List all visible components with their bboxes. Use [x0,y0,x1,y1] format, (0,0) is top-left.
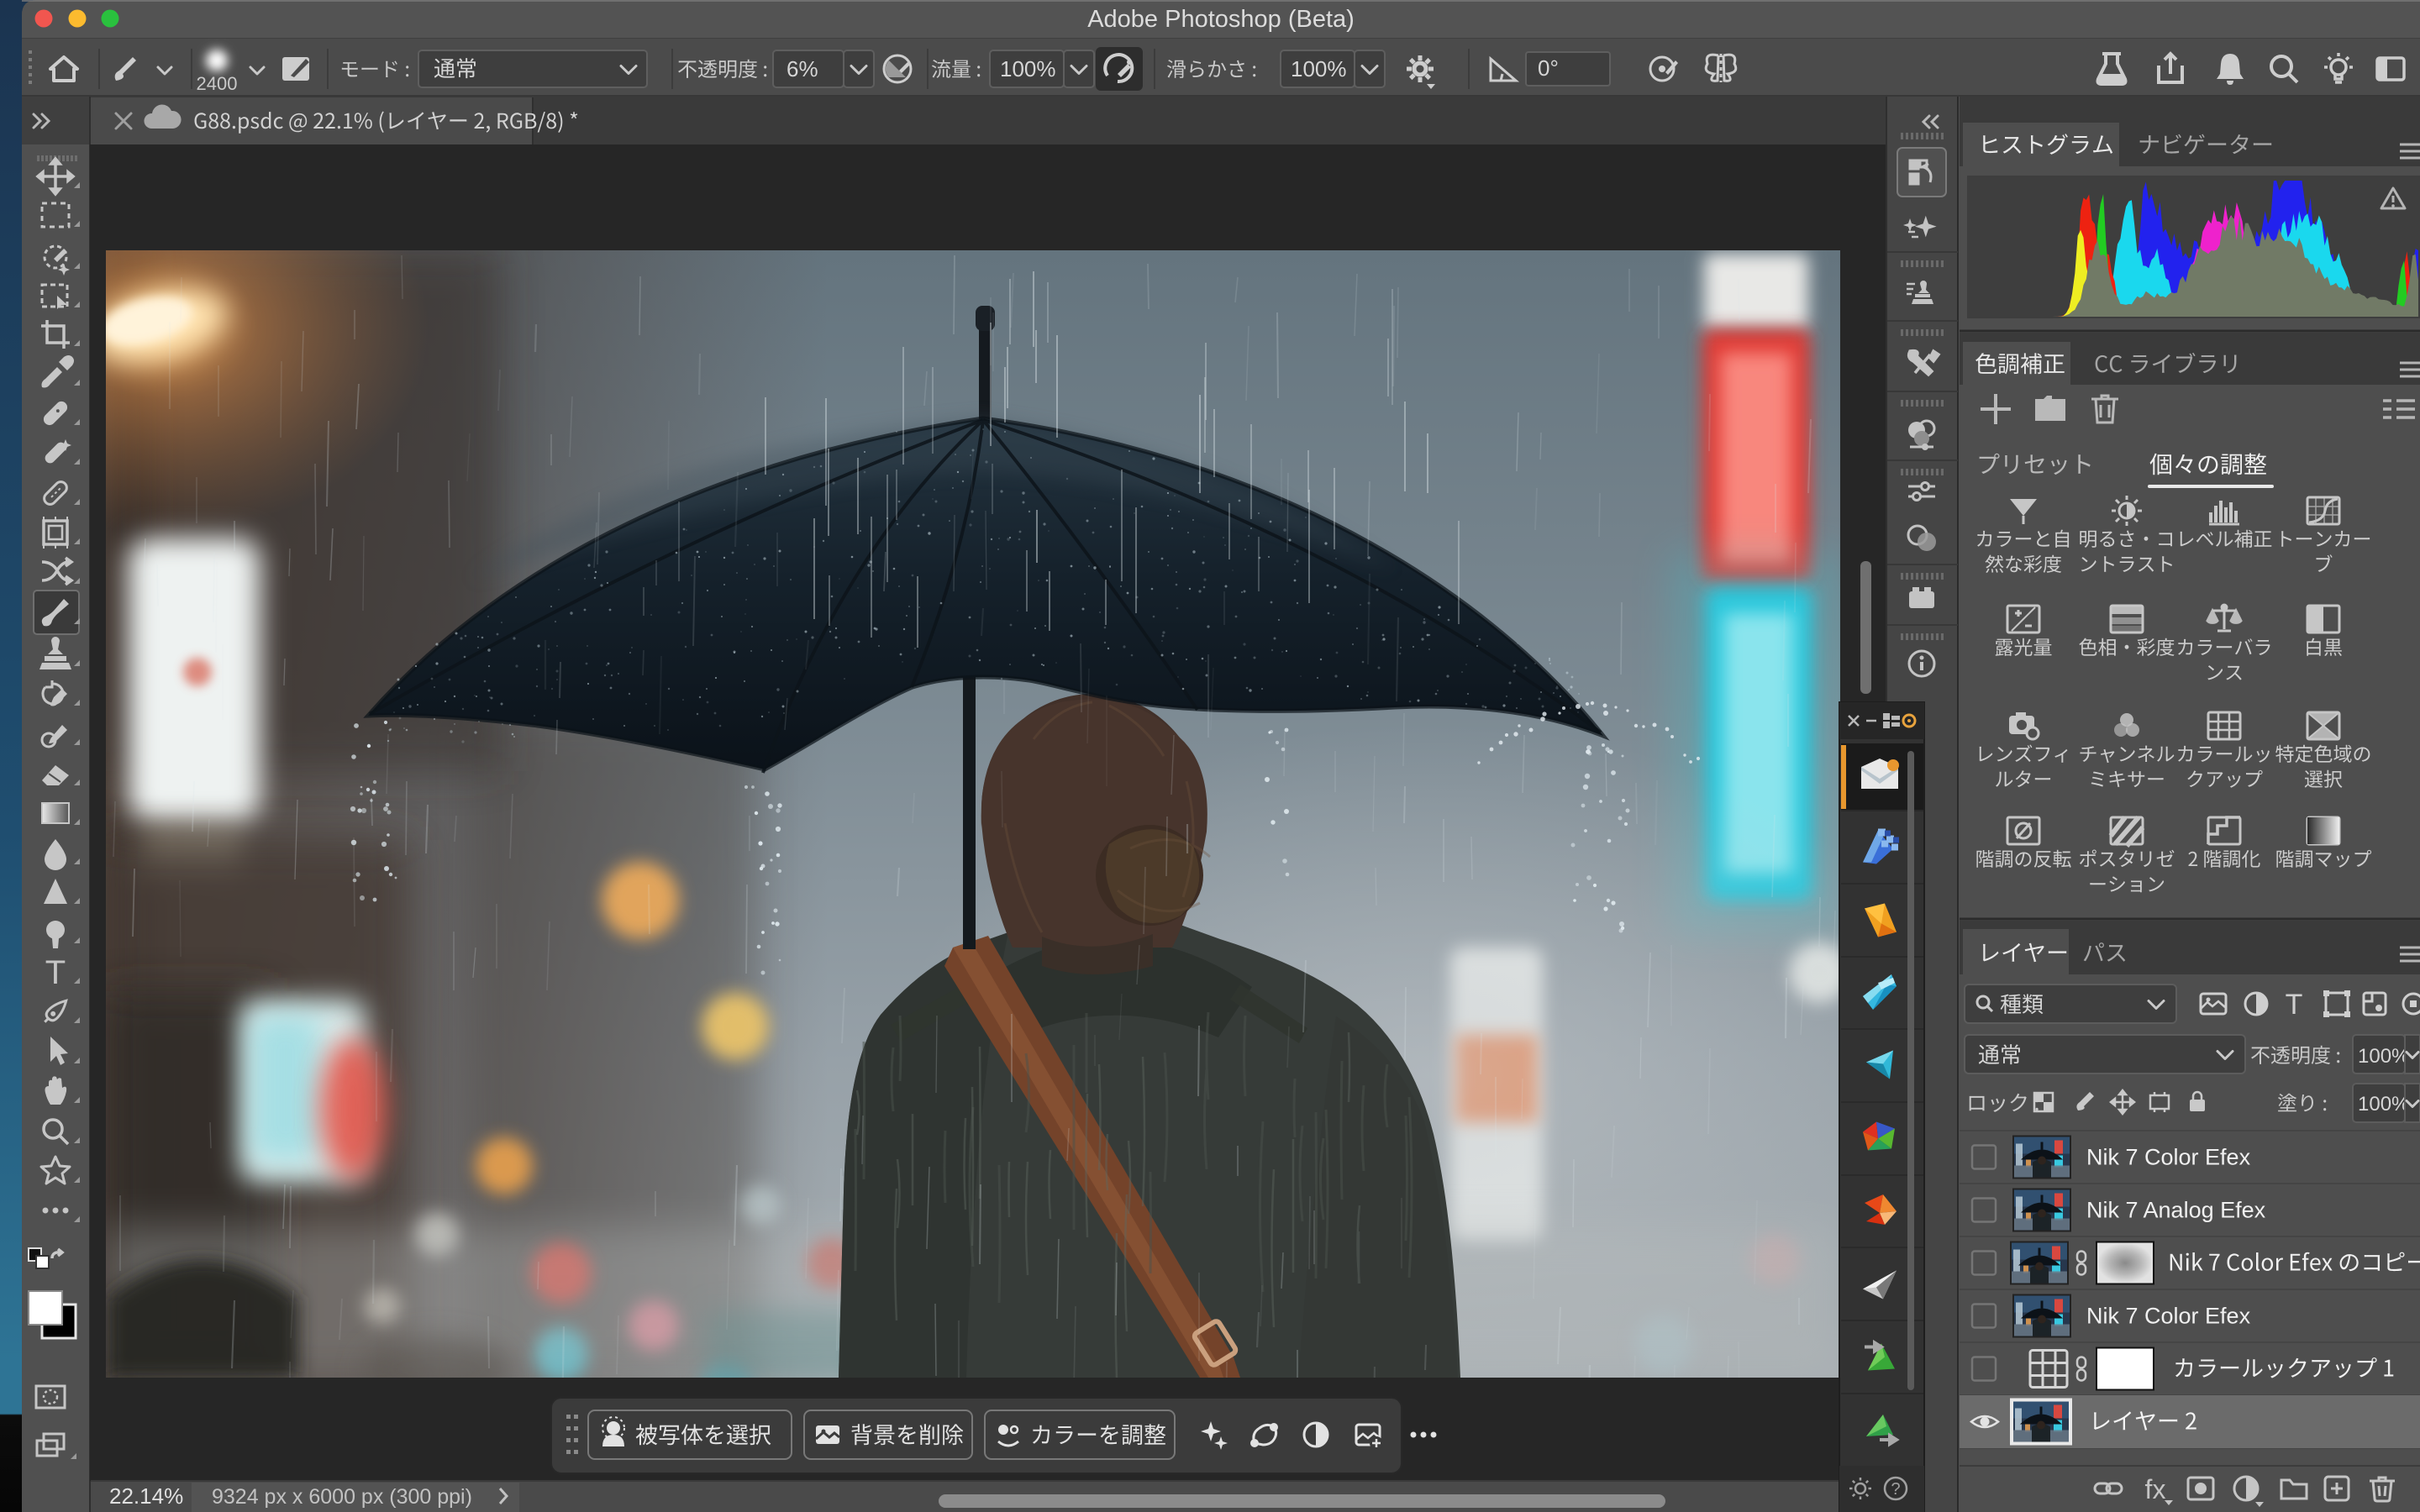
svg-text:?: ? [1891,1480,1900,1499]
svg-text:Nik 7 Color Efex: Nik 7 Color Efex [2086,1145,2251,1170]
svg-text:100%: 100% [1000,56,1056,81]
svg-text:T: T [2286,989,2303,1021]
svg-text:9324 px x 6000 px (300 ppi): 9324 px x 6000 px (300 ppi) [212,1485,472,1509]
svg-text:2400: 2400 [197,73,238,94]
svg-text:Nik 7 Analog Efex: Nik 7 Analog Efex [2086,1198,2266,1223]
svg-text:0°: 0° [1538,55,1559,81]
svg-text:22.14%: 22.14% [109,1483,183,1509]
svg-text:100%: 100% [2358,1045,2409,1068]
svg-text:100%: 100% [2358,1093,2409,1116]
svg-text:Nik 7 Color Efex: Nik 7 Color Efex [2086,1304,2251,1329]
svg-text:100%: 100% [1291,56,1347,81]
svg-text:T: T [45,954,66,991]
svg-text:fx: fx [2145,1474,2166,1504]
svg-text:Adobe Photoshop (Beta): Adobe Photoshop (Beta) [1087,6,1355,33]
svg-text:6%: 6% [786,56,818,81]
